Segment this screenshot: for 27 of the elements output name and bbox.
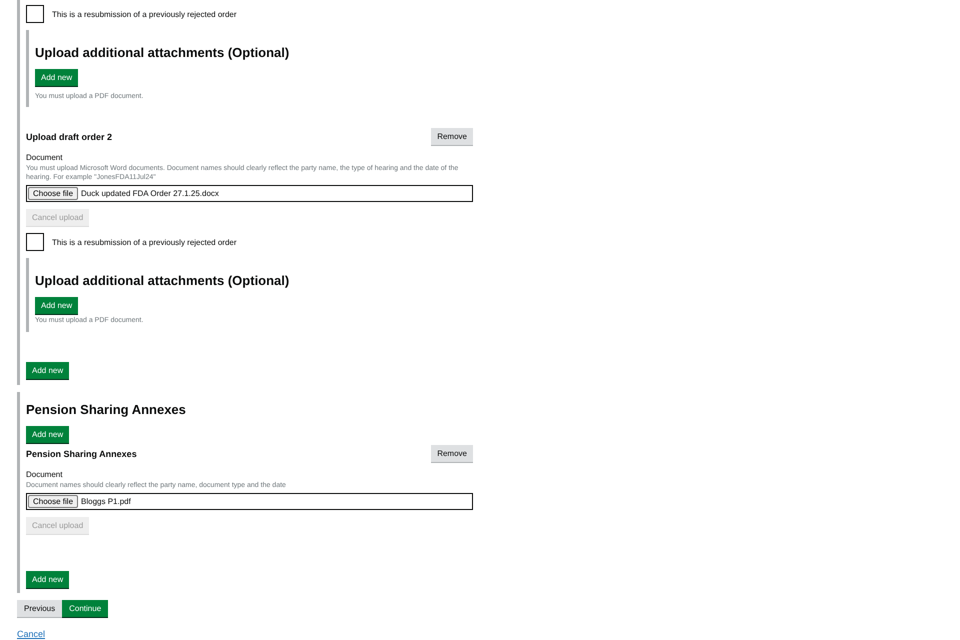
section-heading: Pension Sharing Annexes bbox=[26, 402, 186, 417]
checkbox[interactable] bbox=[26, 5, 44, 23]
field-label: Document bbox=[26, 153, 62, 162]
choose-file-button[interactable]: Choose file bbox=[28, 187, 78, 200]
continue-button[interactable]: Continue bbox=[62, 600, 108, 617]
previous-button[interactable]: Previous bbox=[17, 600, 62, 617]
remove-button[interactable]: Remove bbox=[431, 445, 473, 462]
checkbox[interactable] bbox=[26, 233, 44, 251]
add-new-button[interactable]: Add new bbox=[35, 297, 78, 314]
field-label: Document bbox=[26, 470, 62, 479]
add-new-button[interactable]: Add new bbox=[26, 426, 70, 443]
item-title: Upload draft order 2 bbox=[26, 132, 112, 142]
section-heading: Upload additional attachments (Optional) bbox=[35, 45, 290, 60]
file-input-field[interactable]: Choose file Duck updated FDA Order 27.1.25.docx bbox=[26, 185, 473, 202]
add-new-button[interactable]: Add new bbox=[35, 69, 78, 86]
remove-button[interactable]: Remove bbox=[431, 128, 473, 145]
section-heading: Upload additional attachments (Optional) bbox=[35, 273, 290, 288]
choose-file-button[interactable]: Choose file bbox=[28, 495, 78, 508]
add-new-button[interactable]: Add new bbox=[26, 362, 70, 379]
checkbox-label: This is a resubmission of a previously rejected order bbox=[52, 10, 237, 18]
file-input-field[interactable]: Choose file Bloggs P1.pdf bbox=[26, 493, 473, 510]
add-new-button[interactable]: Add new bbox=[26, 571, 70, 588]
file-name: Bloggs P1.pdf bbox=[81, 497, 131, 506]
cancel-link[interactable]: Cancel bbox=[17, 629, 46, 639]
file-name: Duck updated FDA Order 27.1.25.docx bbox=[81, 189, 219, 198]
checkbox-label: This is a resubmission of a previously rejected order bbox=[52, 238, 237, 246]
item-title: Pension Sharing Annexes bbox=[26, 448, 137, 458]
